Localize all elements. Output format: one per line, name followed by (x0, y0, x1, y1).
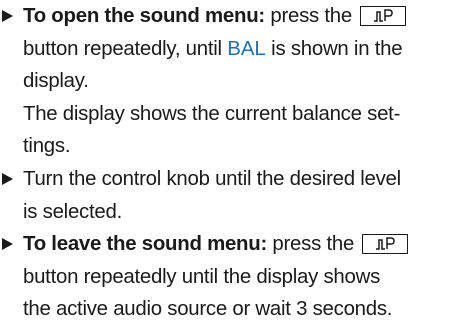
step-line: button repeatedly until the display show… (0, 261, 462, 294)
display-value-text: BAL (227, 37, 266, 60)
step-text: press the (264, 5, 352, 27)
step-line: To open the sound menu: press the (0, 0, 462, 33)
step-text: button repeatedly, until (23, 37, 228, 60)
step-line: display. (0, 65, 462, 98)
instruction-page: To open the sound menu: press the button… (0, 0, 462, 320)
step-line: To leave the sound menu: press the (0, 228, 462, 261)
sound-button-icon (360, 6, 407, 26)
step-line: the active audio source or wait 3 second… (0, 293, 462, 326)
step-text: tings. (23, 135, 71, 158)
step-text: press the (267, 233, 355, 255)
step-line: The display shows the current balance se… (0, 98, 462, 131)
sound-icon (374, 9, 394, 22)
step-text: is shown in the (265, 37, 403, 60)
step-text: The display shows the current balance se… (23, 102, 401, 125)
sound-button-icon (362, 234, 409, 254)
step-open-sound-menu: To open the sound menu: press the button… (0, 0, 462, 163)
step-line: button repeatedly, until BAL is shown in… (0, 33, 462, 66)
bullet-arrow-icon (2, 10, 13, 22)
step-lead: To open the sound menu: (23, 5, 265, 27)
step-leave-sound-menu: To leave the sound menu: press the butto… (0, 228, 462, 326)
step-text: is selected. (23, 200, 123, 223)
step-text: button repeatedly until the display show… (23, 265, 381, 288)
step-line: Turn the control knob until the desired … (0, 163, 462, 196)
bullet-arrow-icon (2, 238, 13, 250)
step-text: display. (23, 70, 89, 93)
sound-icon (376, 237, 396, 250)
step-text: the active audio source or wait 3 second… (23, 298, 393, 321)
step-lead: To leave the sound menu: (23, 233, 268, 255)
bullet-arrow-icon (2, 173, 13, 185)
step-line: is selected. (0, 196, 462, 229)
step-line: tings. (0, 130, 462, 163)
step-text: Turn the control knob until the desired … (23, 168, 401, 190)
step-turn-knob: Turn the control knob until the desired … (0, 163, 462, 228)
